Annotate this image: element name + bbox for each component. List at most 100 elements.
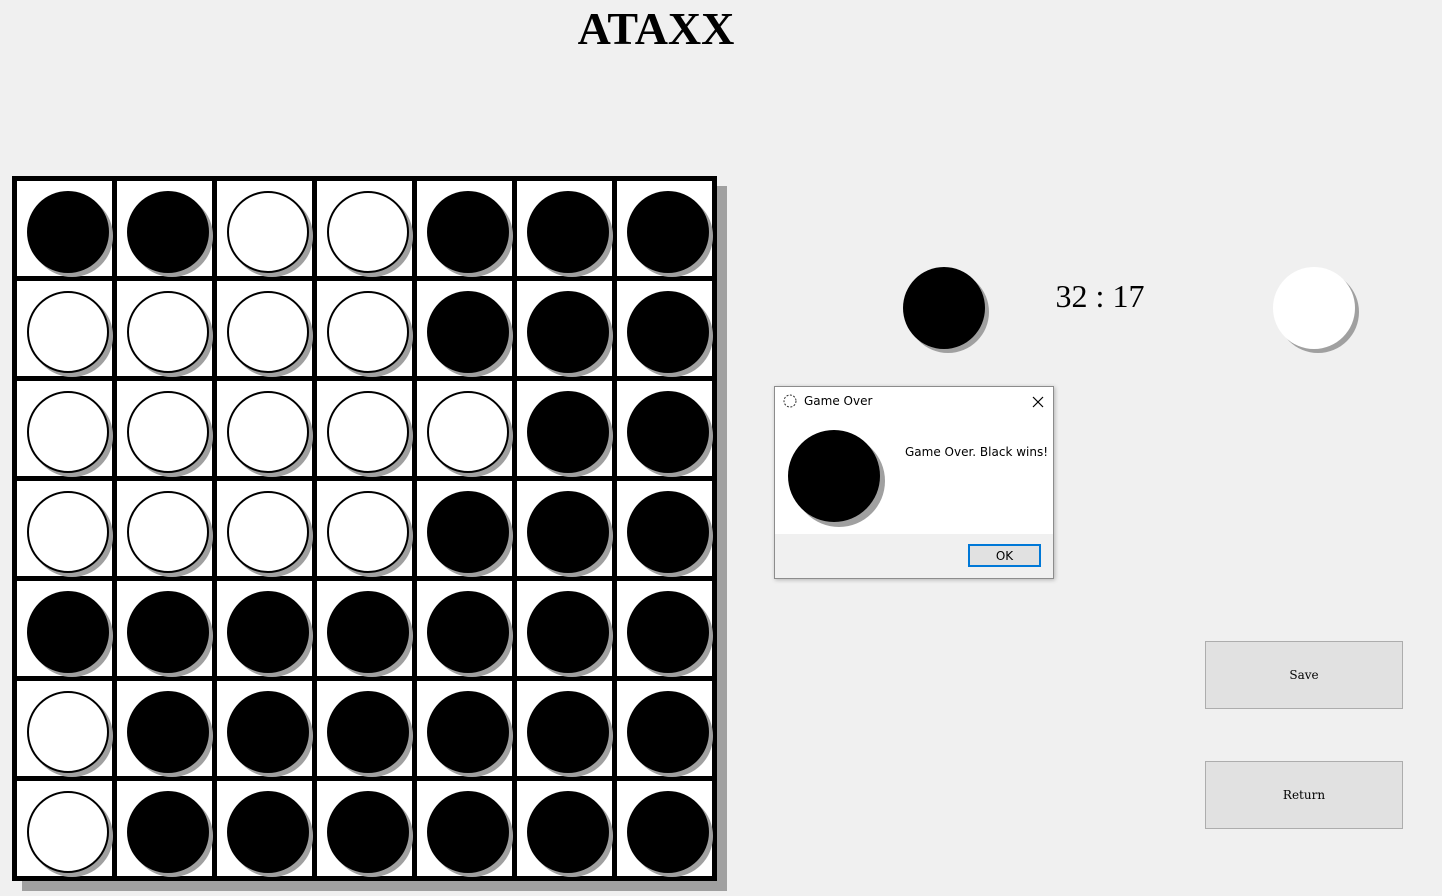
black-piece[interactable] xyxy=(527,491,609,573)
board-cell-r4-c1[interactable] xyxy=(17,481,113,577)
board-cell-r6-c5[interactable] xyxy=(417,681,513,777)
white-piece[interactable] xyxy=(127,291,209,373)
board-cell-r3-c3[interactable] xyxy=(217,381,313,477)
board-cell-r3-c4[interactable] xyxy=(317,381,413,477)
board-cell-r3-c1[interactable] xyxy=(17,381,113,477)
return-button[interactable]: Return xyxy=(1205,761,1403,829)
board-cell-r3-c7[interactable] xyxy=(617,381,713,477)
white-piece[interactable] xyxy=(327,491,409,573)
board-cell-r7-c2[interactable] xyxy=(117,781,213,877)
board-cell-r5-c5[interactable] xyxy=(417,581,513,677)
black-piece[interactable] xyxy=(227,791,309,873)
white-piece[interactable] xyxy=(27,291,109,373)
board-cell-r5-c7[interactable] xyxy=(617,581,713,677)
black-piece[interactable] xyxy=(127,791,209,873)
board-cell-r6-c3[interactable] xyxy=(217,681,313,777)
white-piece[interactable] xyxy=(327,391,409,473)
white-piece[interactable] xyxy=(227,391,309,473)
board-cell-r3-c5[interactable] xyxy=(417,381,513,477)
board-cell-r5-c1[interactable] xyxy=(17,581,113,677)
black-piece[interactable] xyxy=(627,691,709,773)
board-cell-r3-c6[interactable] xyxy=(517,381,613,477)
black-piece[interactable] xyxy=(327,791,409,873)
board-cell-r7-c1[interactable] xyxy=(17,781,113,877)
board-cell-r5-c6[interactable] xyxy=(517,581,613,677)
white-piece[interactable] xyxy=(327,291,409,373)
board-cell-r3-c2[interactable] xyxy=(117,381,213,477)
black-piece[interactable] xyxy=(27,591,109,673)
white-piece[interactable] xyxy=(27,491,109,573)
black-piece[interactable] xyxy=(427,491,509,573)
black-piece[interactable] xyxy=(127,191,209,273)
board-cell-r6-c4[interactable] xyxy=(317,681,413,777)
board-cell-r4-c2[interactable] xyxy=(117,481,213,577)
board-cell-r1-c7[interactable] xyxy=(617,181,713,277)
black-piece[interactable] xyxy=(127,691,209,773)
black-piece[interactable] xyxy=(427,791,509,873)
black-piece[interactable] xyxy=(627,791,709,873)
board-cell-r1-c2[interactable] xyxy=(117,181,213,277)
white-piece[interactable] xyxy=(27,791,109,873)
board-cell-r6-c2[interactable] xyxy=(117,681,213,777)
board-cell-r4-c6[interactable] xyxy=(517,481,613,577)
board-cell-r4-c3[interactable] xyxy=(217,481,313,577)
black-piece[interactable] xyxy=(227,591,309,673)
dialog-close-button[interactable] xyxy=(1027,391,1049,413)
board-cell-r2-c3[interactable] xyxy=(217,281,313,377)
board-cell-r7-c7[interactable] xyxy=(617,781,713,877)
black-piece[interactable] xyxy=(227,691,309,773)
black-piece[interactable] xyxy=(527,791,609,873)
black-piece[interactable] xyxy=(127,591,209,673)
black-piece[interactable] xyxy=(327,591,409,673)
black-piece[interactable] xyxy=(627,491,709,573)
save-button[interactable]: Save xyxy=(1205,641,1403,709)
board-cell-r2-c1[interactable] xyxy=(17,281,113,377)
board-cell-r7-c4[interactable] xyxy=(317,781,413,877)
black-piece[interactable] xyxy=(627,291,709,373)
board-cell-r4-c7[interactable] xyxy=(617,481,713,577)
board-cell-r1-c6[interactable] xyxy=(517,181,613,277)
black-piece[interactable] xyxy=(527,191,609,273)
black-piece[interactable] xyxy=(327,691,409,773)
black-piece[interactable] xyxy=(27,191,109,273)
white-piece[interactable] xyxy=(327,191,409,273)
board-cell-r6-c7[interactable] xyxy=(617,681,713,777)
board-cell-r4-c4[interactable] xyxy=(317,481,413,577)
board-cell-r5-c2[interactable] xyxy=(117,581,213,677)
black-piece[interactable] xyxy=(427,691,509,773)
board-cell-r7-c5[interactable] xyxy=(417,781,513,877)
black-piece[interactable] xyxy=(627,591,709,673)
board-cell-r1-c4[interactable] xyxy=(317,181,413,277)
white-piece[interactable] xyxy=(427,391,509,473)
board-cell-r1-c3[interactable] xyxy=(217,181,313,277)
dialog-titlebar[interactable]: Game Over xyxy=(775,387,1053,417)
white-piece[interactable] xyxy=(227,191,309,273)
board-cell-r7-c3[interactable] xyxy=(217,781,313,877)
board-cell-r2-c2[interactable] xyxy=(117,281,213,377)
board-cell-r2-c5[interactable] xyxy=(417,281,513,377)
board-cell-r4-c5[interactable] xyxy=(417,481,513,577)
ok-button[interactable]: OK xyxy=(968,544,1041,567)
black-piece[interactable] xyxy=(527,291,609,373)
black-piece[interactable] xyxy=(527,391,609,473)
board-cell-r6-c1[interactable] xyxy=(17,681,113,777)
black-piece[interactable] xyxy=(427,591,509,673)
white-piece[interactable] xyxy=(127,491,209,573)
white-piece[interactable] xyxy=(27,691,109,773)
white-piece[interactable] xyxy=(27,391,109,473)
board-cell-r1-c1[interactable] xyxy=(17,181,113,277)
white-piece[interactable] xyxy=(127,391,209,473)
board-cell-r6-c6[interactable] xyxy=(517,681,613,777)
black-piece[interactable] xyxy=(427,191,509,273)
black-piece[interactable] xyxy=(627,191,709,273)
black-piece[interactable] xyxy=(527,691,609,773)
board-cell-r7-c6[interactable] xyxy=(517,781,613,877)
black-piece[interactable] xyxy=(427,291,509,373)
board-cell-r5-c3[interactable] xyxy=(217,581,313,677)
black-piece[interactable] xyxy=(527,591,609,673)
board-cell-r2-c6[interactable] xyxy=(517,281,613,377)
board-cell-r2-c7[interactable] xyxy=(617,281,713,377)
white-piece[interactable] xyxy=(227,491,309,573)
white-piece[interactable] xyxy=(227,291,309,373)
board-cell-r5-c4[interactable] xyxy=(317,581,413,677)
